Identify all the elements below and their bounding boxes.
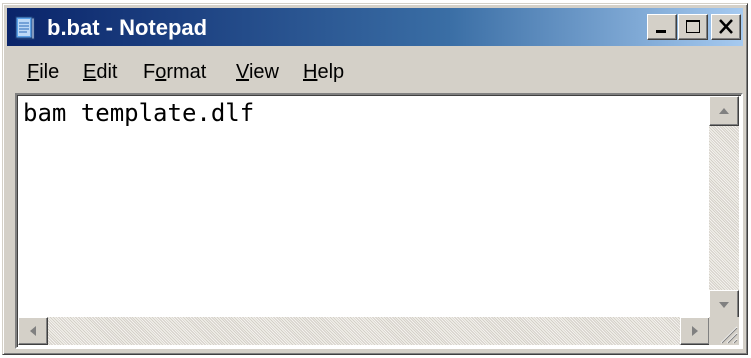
scroll-down-button[interactable] [709,290,739,320]
menu-format[interactable]: Format [143,60,206,84]
text-editor[interactable]: bam template.dlf [15,93,743,349]
menu-view[interactable]: View [236,60,279,84]
scroll-up-button[interactable] [709,96,739,126]
scroll-left-button[interactable] [18,317,48,345]
menu-file[interactable]: File [27,60,59,84]
notepad-window: b.bat - Notepad File Edit Format View He… [2,3,748,355]
vertical-scrollbar[interactable] [709,96,739,320]
menu-edit[interactable]: Edit [83,60,117,84]
notepad-icon[interactable] [14,15,38,41]
arrow-right-icon [692,326,698,336]
resize-grip[interactable] [709,317,739,345]
arrow-down-icon [719,302,729,308]
close-icon [719,19,733,34]
maximize-icon [686,20,700,33]
maximize-button[interactable] [678,14,708,40]
horizontal-scrollbar[interactable] [18,317,710,345]
arrow-up-icon [719,108,729,114]
menu-bar: File Edit Format View Help [7,50,743,90]
title-bar[interactable]: b.bat - Notepad [7,8,743,46]
minimize-icon [656,30,666,33]
scroll-right-button[interactable] [680,317,710,345]
menu-help[interactable]: Help [303,60,344,84]
resize-grip-icon [720,326,738,344]
arrow-left-icon [30,326,36,336]
window-title: b.bat - Notepad [47,15,208,40]
editor-content[interactable]: bam template.dlf [23,99,254,127]
minimize-button[interactable] [647,14,677,40]
close-button[interactable] [711,14,741,40]
